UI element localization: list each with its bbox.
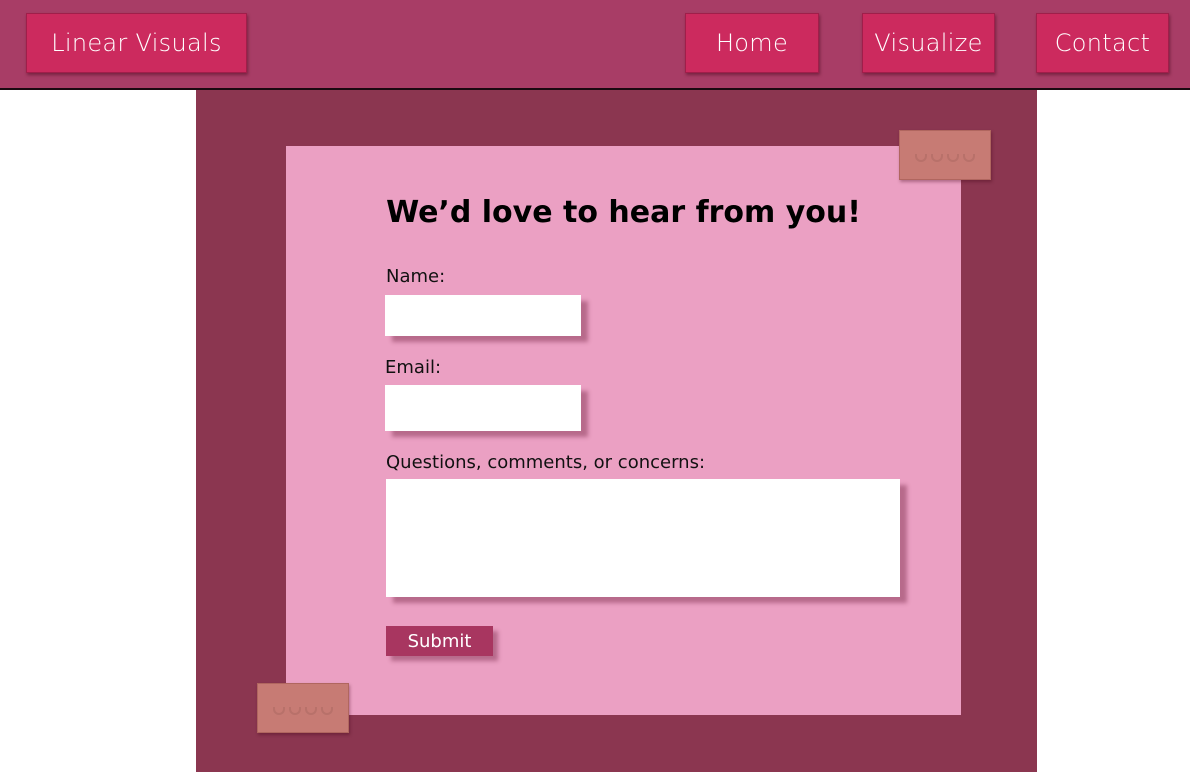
tape-scallop-icon: [915, 154, 927, 162]
tape-scallop-icon: [305, 707, 317, 715]
submit-button[interactable]: Submit: [386, 626, 493, 656]
questions-textarea[interactable]: [386, 479, 900, 597]
tape-scallop-icon: [273, 707, 285, 715]
form-title: We’d love to hear from you!: [386, 195, 861, 230]
nav-home-link[interactable]: Home: [685, 13, 819, 73]
tape-scallop-icon: [947, 154, 959, 162]
name-field[interactable]: [385, 295, 581, 336]
tape-decoration-top: [899, 130, 991, 180]
tape-scallop-icon: [963, 154, 975, 162]
tape-decoration-bottom: [257, 683, 349, 733]
email-field[interactable]: [385, 385, 581, 431]
questions-label: Questions, comments, or concerns:: [386, 452, 706, 473]
tape-scallop-icon: [289, 707, 301, 715]
nav-visualize-link[interactable]: Visualize: [862, 13, 995, 73]
nav-contact-link[interactable]: Contact: [1036, 13, 1169, 73]
email-label: Email:: [385, 357, 442, 378]
brand-logo-link[interactable]: Linear Visuals: [26, 13, 247, 73]
tape-scallop-icon: [321, 707, 333, 715]
tape-scallop-icon: [931, 154, 943, 162]
name-label: Name:: [386, 266, 446, 287]
navbar: Linear Visuals Home Visualize Contact: [0, 0, 1190, 90]
